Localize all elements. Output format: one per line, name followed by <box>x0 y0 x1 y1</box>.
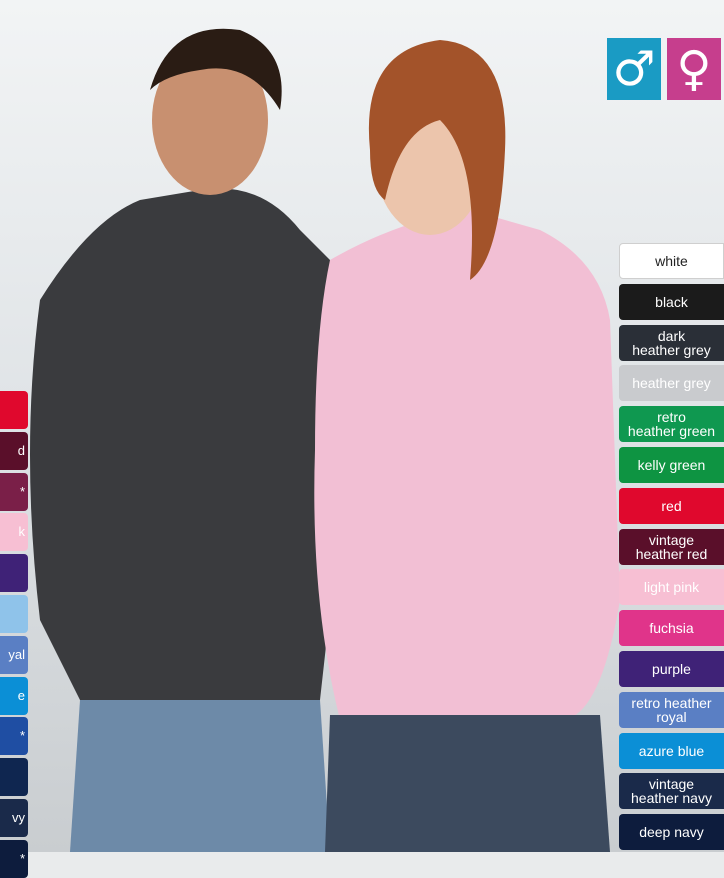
male-icon[interactable]: ♂ <box>607 38 661 100</box>
product-photo <box>0 0 724 852</box>
color-swatch-partial[interactable]: e <box>0 676 28 715</box>
male-symbol: ♂ <box>612 41 656 97</box>
female-icon[interactable]: ♀ <box>667 38 721 100</box>
color-swatch-partial[interactable] <box>0 391 28 429</box>
pink-hoodie <box>314 210 620 720</box>
color-swatch[interactable]: red <box>619 487 724 524</box>
color-swatch[interactable]: white <box>619 243 724 279</box>
color-swatch[interactable]: black <box>619 283 724 320</box>
woman-jeans <box>325 715 610 852</box>
color-swatch[interactable]: vintage heather navy <box>619 773 724 810</box>
color-swatch-partial[interactable]: * <box>0 472 28 511</box>
color-swatch-partial[interactable] <box>0 758 28 797</box>
color-swatch[interactable]: purple <box>619 651 724 687</box>
color-swatch-partial[interactable]: vy <box>0 799 28 837</box>
color-swatch-partial[interactable] <box>0 595 28 633</box>
dark-hoodie <box>30 188 344 711</box>
color-swatch-partial[interactable]: yal <box>0 635 28 674</box>
color-swatch[interactable]: azure blue <box>619 732 724 769</box>
color-swatch-partial[interactable] <box>0 554 28 593</box>
color-swatch-partial[interactable]: * <box>0 839 28 878</box>
color-swatch[interactable]: deep navy <box>619 814 724 851</box>
color-swatch[interactable]: light pink <box>619 569 724 606</box>
color-swatch[interactable]: vintage heather red <box>619 528 724 565</box>
female-symbol: ♀ <box>676 41 712 97</box>
color-swatch-partial[interactable]: * <box>0 717 28 756</box>
color-swatch[interactable]: retro heather green <box>619 406 724 443</box>
color-swatch[interactable]: dark heather grey <box>619 324 724 361</box>
color-swatch[interactable]: fuchsia <box>619 610 724 647</box>
color-swatch[interactable]: heather grey <box>619 365 724 402</box>
color-swatch[interactable]: retro heather royal <box>619 691 724 728</box>
man-jeans <box>70 700 330 852</box>
color-swatch-partial[interactable]: d <box>0 431 28 470</box>
color-swatch[interactable]: kelly green <box>619 447 724 483</box>
color-swatch-partial[interactable]: k <box>0 513 28 552</box>
